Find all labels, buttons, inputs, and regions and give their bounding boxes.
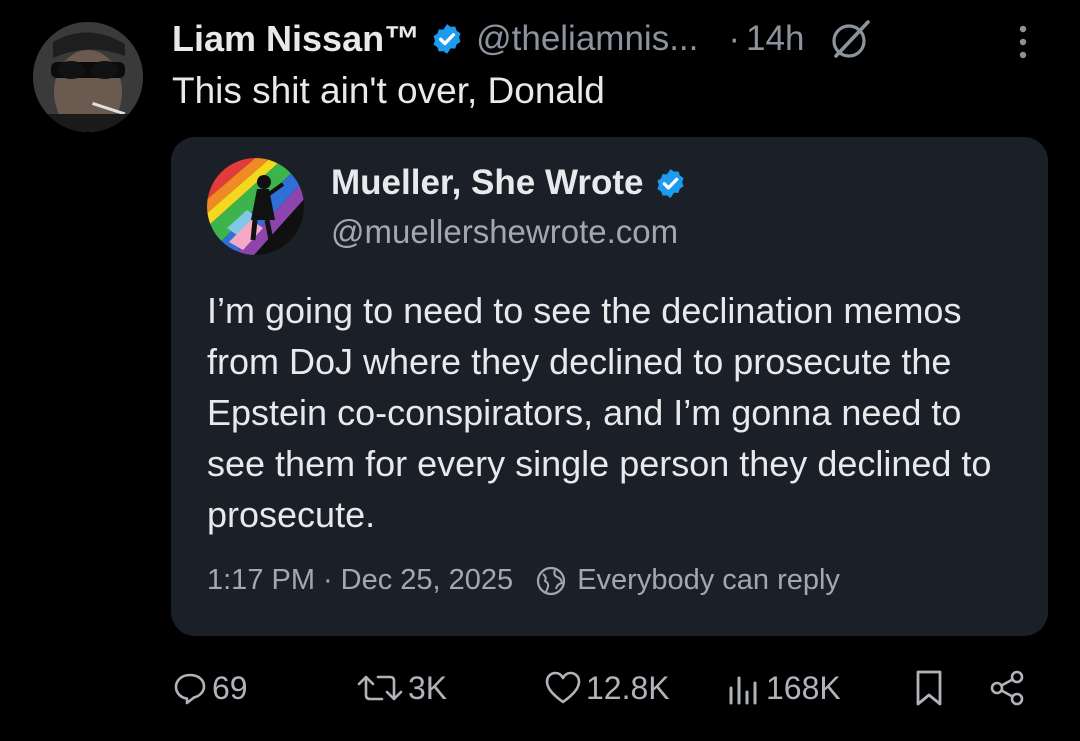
grok-icon[interactable] xyxy=(828,16,874,62)
quoted-tweet-date[interactable]: Dec 25, 2025 xyxy=(341,564,514,597)
views-button[interactable]: 168K xyxy=(726,660,841,716)
quoted-tweet-card[interactable]: Mueller, She Wrote @muellershewrote.com … xyxy=(171,137,1048,636)
quoted-author-avatar[interactable] xyxy=(207,158,304,255)
like-count: 12.8K xyxy=(586,669,670,706)
quoted-tweet-text: I’m going to need to see the declination… xyxy=(207,290,992,535)
quoted-author-display-name[interactable]: Mueller, She Wrote xyxy=(331,163,644,203)
share-icon xyxy=(988,669,1026,707)
view-count: 168K xyxy=(766,669,841,706)
author-display-name[interactable]: Liam Nissan™ xyxy=(172,18,420,60)
share-button[interactable] xyxy=(988,660,1026,716)
bookmark-icon xyxy=(912,668,946,708)
repost-count: 3K xyxy=(408,669,448,706)
bookmark-button[interactable] xyxy=(912,660,946,716)
post-time[interactable]: 14h xyxy=(746,19,804,59)
tweet-text: This shit ain't over, Donald xyxy=(172,70,605,111)
quoted-tweet-meta: 1:17 PM · Dec 25, 2025 Everybody can rep… xyxy=(207,564,840,597)
verified-badge-icon xyxy=(654,167,687,200)
reply-count: 69 xyxy=(212,669,248,706)
repost-button[interactable]: 3K xyxy=(356,660,447,716)
tweet-header: Liam Nissan™ @theliamnis... · 14h xyxy=(172,14,1052,64)
repost-icon xyxy=(356,670,404,706)
more-vertical-icon[interactable] xyxy=(1013,20,1033,64)
verified-badge-icon xyxy=(430,22,464,56)
action-bar: 69 3K 12.8K 168K xyxy=(170,660,1040,716)
reply-button[interactable]: 69 xyxy=(172,660,248,716)
reply-setting-text: Everybody can reply xyxy=(577,564,840,596)
author-handle[interactable]: @theliamnis... xyxy=(476,19,698,59)
globe-icon xyxy=(535,565,567,597)
quoted-author-handle[interactable]: @muellershewrote.com xyxy=(331,213,678,251)
like-button[interactable]: 12.8K xyxy=(544,660,670,716)
analytics-icon xyxy=(726,670,762,706)
meta-separator: · xyxy=(728,19,741,58)
author-avatar[interactable] xyxy=(33,22,143,132)
reply-icon xyxy=(172,670,208,706)
quoted-author-row: Mueller, She Wrote xyxy=(331,163,687,203)
quoted-tweet-time[interactable]: 1:17 PM xyxy=(207,564,315,597)
meta-separator: · xyxy=(323,564,333,596)
heart-icon xyxy=(544,670,582,706)
tweet: Liam Nissan™ @theliamnis... · 14h This s… xyxy=(0,0,1080,741)
